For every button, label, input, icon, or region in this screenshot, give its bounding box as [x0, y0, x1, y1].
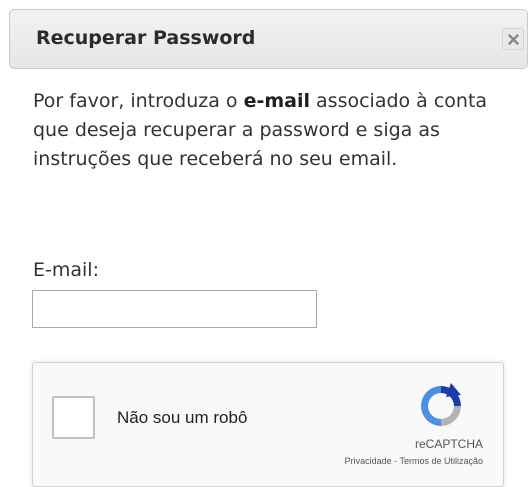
instructions-email-emphasis: e-mail: [243, 90, 310, 112]
recaptcha-checkbox[interactable]: [52, 396, 95, 439]
recover-password-dialog: Recuperar Password Por favor, introduza …: [0, 0, 529, 487]
dialog-titlebar: Recuperar Password: [9, 9, 528, 69]
recaptcha-brand: reCAPTCHA: [414, 437, 483, 451]
recaptcha-widget: Não sou um robô reCAPTCHA Privacidade - …: [32, 362, 504, 487]
terms-link[interactable]: Termos de Utilização: [399, 456, 483, 466]
recaptcha-checkbox-label: Não sou um robô: [117, 408, 248, 427]
email-input[interactable]: [32, 290, 317, 328]
instructions-prefix: Por favor, introduza o: [33, 90, 244, 112]
dialog-title: Recuperar Password: [36, 27, 256, 49]
recaptcha-links: Privacidade - Termos de Utilização: [233, 456, 483, 466]
recaptcha-logo-icon: [421, 383, 461, 426]
instructions-text: Por favor, introduza o e-mail associado …: [33, 87, 513, 174]
close-button[interactable]: [502, 28, 524, 50]
email-label: E-mail:: [33, 259, 99, 281]
privacy-link[interactable]: Privacidade: [345, 456, 392, 466]
close-icon: [508, 34, 519, 45]
